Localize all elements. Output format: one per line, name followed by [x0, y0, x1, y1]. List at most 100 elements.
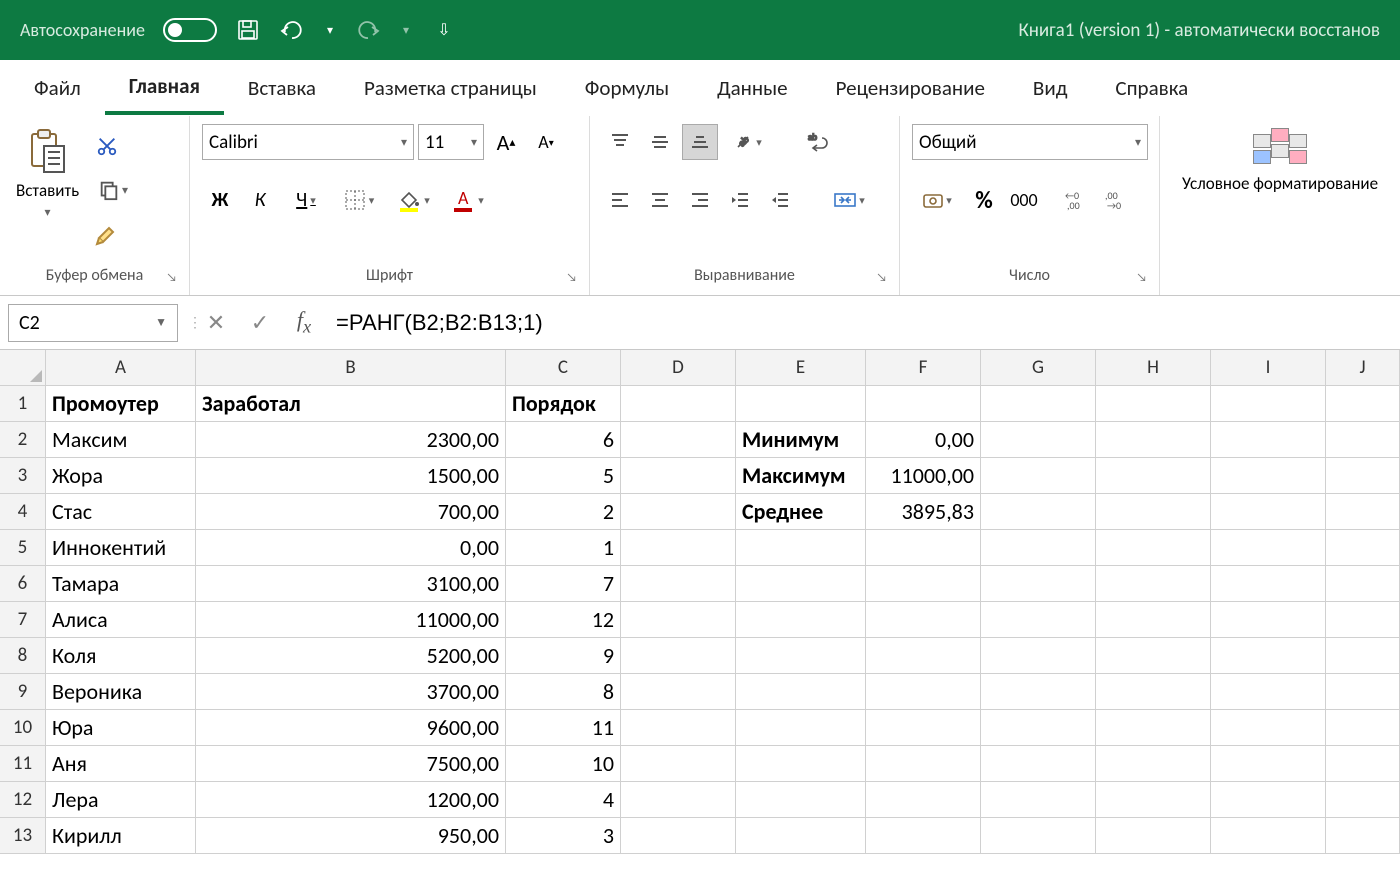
decrease-decimal-icon[interactable]: ,00→0 [1100, 182, 1136, 218]
cell[interactable]: Жора [46, 458, 196, 494]
cell[interactable]: 1200,00 [196, 782, 506, 818]
cell[interactable] [1326, 674, 1400, 710]
cell[interactable] [1096, 494, 1211, 530]
cell[interactable] [866, 818, 981, 854]
cell[interactable] [1326, 566, 1400, 602]
decrease-indent-icon[interactable] [722, 182, 758, 218]
autosave-toggle[interactable] [163, 18, 217, 42]
cell[interactable]: 1 [506, 530, 621, 566]
increase-indent-icon[interactable] [762, 182, 798, 218]
cell[interactable]: 11000,00 [866, 458, 981, 494]
cell[interactable] [621, 386, 736, 422]
dialog-launcher-icon[interactable]: ↘ [1136, 271, 1147, 285]
tab-data[interactable]: Данные [693, 63, 811, 113]
cell[interactable] [1211, 782, 1326, 818]
cell[interactable] [1326, 818, 1400, 854]
cell[interactable]: Аня [46, 746, 196, 782]
cell[interactable]: Иннокентий [46, 530, 196, 566]
col-header[interactable]: J [1326, 350, 1400, 386]
cell[interactable] [1211, 566, 1326, 602]
cell[interactable] [1096, 638, 1211, 674]
cell[interactable] [1326, 422, 1400, 458]
cell[interactable] [1096, 710, 1211, 746]
cell[interactable] [621, 710, 736, 746]
cell[interactable]: 3895,83 [866, 494, 981, 530]
cell[interactable] [621, 602, 736, 638]
row-header[interactable]: 8 [0, 638, 46, 674]
cell[interactable]: Тамара [46, 566, 196, 602]
cell[interactable] [1326, 494, 1400, 530]
cell[interactable] [981, 674, 1096, 710]
cell[interactable]: 700,00 [196, 494, 506, 530]
cell[interactable] [1211, 746, 1326, 782]
accept-formula-icon[interactable]: ✓ [238, 309, 282, 336]
cell[interactable] [1211, 458, 1326, 494]
cell[interactable]: Лера [46, 782, 196, 818]
cell[interactable] [1096, 782, 1211, 818]
cell[interactable] [736, 638, 866, 674]
cell[interactable] [1326, 530, 1400, 566]
row-header[interactable]: 1 [0, 386, 46, 422]
cell[interactable]: Вероника [46, 674, 196, 710]
increase-decimal-icon[interactable]: ←0,00 [1060, 182, 1096, 218]
row-header[interactable]: 13 [0, 818, 46, 854]
name-box[interactable]: C2▼ [8, 304, 178, 342]
cell[interactable]: Кирилл [46, 818, 196, 854]
cell[interactable] [866, 602, 981, 638]
cell[interactable]: 3700,00 [196, 674, 506, 710]
orientation-icon[interactable]: ab▾ [722, 124, 772, 160]
comma-format-icon[interactable]: 000 [1006, 182, 1042, 218]
cell[interactable] [1211, 386, 1326, 422]
redo-caret-icon[interactable]: ▾ [399, 17, 413, 43]
cell[interactable] [621, 818, 736, 854]
decrease-font-icon[interactable]: A▾ [528, 124, 564, 160]
cell[interactable] [866, 530, 981, 566]
align-left-icon[interactable] [602, 182, 638, 218]
copy-icon[interactable]: ▾ [89, 172, 137, 208]
cell[interactable] [1326, 458, 1400, 494]
row-header[interactable]: 7 [0, 602, 46, 638]
cell[interactable] [981, 746, 1096, 782]
cell[interactable]: 0,00 [866, 422, 981, 458]
font-size-combo[interactable]: 11▾ [418, 124, 484, 160]
cell[interactable] [736, 530, 866, 566]
formula-input[interactable] [326, 304, 1400, 342]
cell[interactable] [1326, 602, 1400, 638]
cell[interactable] [1211, 494, 1326, 530]
cell[interactable] [981, 638, 1096, 674]
col-header[interactable]: F [866, 350, 981, 386]
cell[interactable] [1096, 458, 1211, 494]
cell[interactable]: 9 [506, 638, 621, 674]
cell[interactable]: Минимум [736, 422, 866, 458]
cell[interactable] [621, 674, 736, 710]
cell[interactable] [1326, 386, 1400, 422]
cell[interactable] [1096, 674, 1211, 710]
cell[interactable] [1211, 602, 1326, 638]
cell[interactable] [981, 422, 1096, 458]
select-all-corner[interactable] [0, 350, 46, 386]
row-header[interactable]: 3 [0, 458, 46, 494]
cell[interactable]: 5 [506, 458, 621, 494]
cell[interactable] [1211, 422, 1326, 458]
cell[interactable]: 0,00 [196, 530, 506, 566]
row-header[interactable]: 5 [0, 530, 46, 566]
cell[interactable]: 12 [506, 602, 621, 638]
cell[interactable]: 9600,00 [196, 710, 506, 746]
cell[interactable] [1096, 602, 1211, 638]
format-painter-icon[interactable] [89, 216, 125, 252]
cell[interactable] [736, 566, 866, 602]
col-header[interactable]: I [1211, 350, 1326, 386]
cell[interactable] [1211, 818, 1326, 854]
tab-layout[interactable]: Разметка страницы [340, 63, 561, 113]
undo-caret-icon[interactable]: ▾ [323, 17, 337, 43]
cell[interactable] [1096, 746, 1211, 782]
cell[interactable] [981, 782, 1096, 818]
cell[interactable] [736, 674, 866, 710]
italic-button[interactable]: К [242, 182, 278, 218]
dialog-launcher-icon[interactable]: ↘ [876, 271, 887, 285]
cut-icon[interactable] [89, 128, 125, 164]
tab-home[interactable]: Главная [105, 61, 224, 115]
accounting-format-icon[interactable]: ▾ [912, 182, 962, 218]
cell[interactable]: 10 [506, 746, 621, 782]
col-header[interactable]: H [1096, 350, 1211, 386]
